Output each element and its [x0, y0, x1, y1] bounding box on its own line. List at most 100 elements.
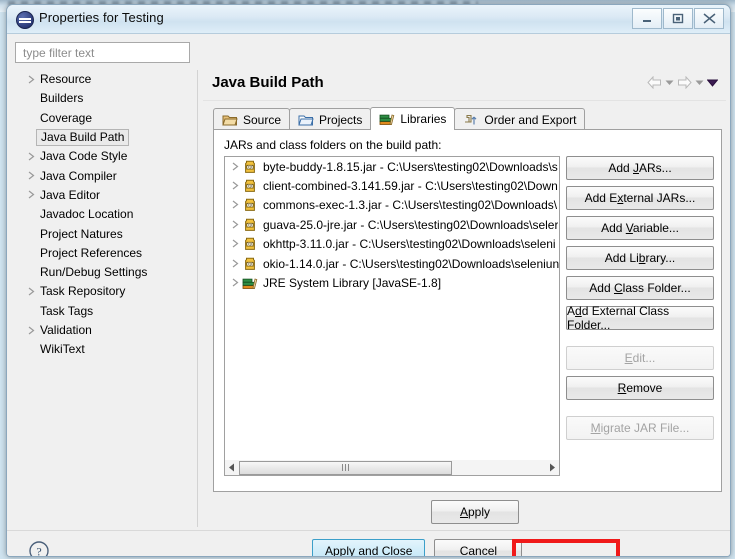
tab-order-and-export[interactable]: Order and Export [454, 108, 585, 130]
add-jars-button[interactable]: Add JARs... [566, 156, 714, 180]
svg-text:010: 010 [247, 223, 255, 228]
close-icon[interactable] [694, 8, 724, 29]
window-title: Properties for Testing [39, 10, 164, 25]
list-item-label: byte-buddy-1.8.15.jar - C:\Users\testing… [263, 160, 558, 174]
jar-icon: 010 [242, 217, 258, 233]
sidebar-item-label: Validation [37, 323, 95, 338]
tab-label: Order and Export [484, 113, 576, 127]
list-item[interactable]: 010commons-exec-1.3.jar - C:\Users\testi… [225, 196, 559, 215]
expand-arrow-icon[interactable] [229, 181, 242, 191]
svg-text:010: 010 [247, 184, 255, 189]
classpath-list-hscrollbar[interactable] [224, 460, 560, 476]
sidebar-item-label: Resource [37, 72, 94, 87]
sidebar-item-label: WikiText [37, 342, 88, 357]
library-action-buttons: Add JARs... Add External JARs... Add Varia… [566, 156, 714, 446]
add-external-jars-button[interactable]: Add External JARs... [566, 186, 714, 210]
list-item[interactable]: 010okhttp-3.11.0.jar - C:\Users\testing0… [225, 235, 559, 254]
jar-icon: 010 [242, 178, 258, 194]
forward-menu-chevron-down-icon[interactable] [695, 79, 704, 86]
expand-arrow-icon[interactable] [229, 278, 242, 288]
expand-arrow-icon[interactable] [25, 75, 37, 85]
add-class-folder-button[interactable]: Add Class Folder... [566, 276, 714, 300]
expand-arrow-icon[interactable] [229, 239, 242, 249]
help-question-icon[interactable]: ? [27, 539, 51, 557]
add-external-class-folder-button[interactable]: Add External Class Folder... [566, 306, 714, 330]
filter-input[interactable]: type filter text [15, 42, 190, 63]
sidebar-item-project-references[interactable]: Project References [11, 244, 197, 263]
svg-text:?: ? [36, 545, 41, 558]
sidebar-item-run-debug-settings[interactable]: Run/Debug Settings [11, 263, 197, 282]
expand-arrow-icon[interactable] [25, 326, 37, 336]
sidebar-item-java-compiler[interactable]: Java Compiler [11, 166, 197, 185]
tab-label: Source [243, 113, 281, 127]
sidebar-item-resource[interactable]: Resource [11, 70, 197, 89]
sidebar-item-task-tags[interactable]: Task Tags [11, 302, 197, 321]
expand-arrow-icon[interactable] [229, 200, 242, 210]
list-item[interactable]: 010guava-25.0-jre.jar - C:\Users\testing… [225, 215, 559, 234]
scroll-left-icon[interactable] [225, 461, 239, 475]
expand-arrow-icon[interactable] [229, 220, 242, 230]
sidebar-item-coverage[interactable]: Coverage [11, 109, 197, 128]
edit-button: Edit... [566, 346, 714, 370]
page-title: Java Build Path [212, 74, 324, 91]
sidebar-item-javadoc-location[interactable]: Javadoc Location [11, 205, 197, 224]
svg-text:010: 010 [247, 242, 255, 247]
tab-projects[interactable]: Projects [289, 108, 371, 130]
tab-source[interactable]: Source [213, 108, 290, 130]
title-bar: Properties for Testing [7, 5, 730, 34]
hscroll-track[interactable] [239, 461, 545, 475]
minimize-icon[interactable] [632, 8, 662, 29]
sidebar-item-label: Javadoc Location [37, 207, 136, 222]
button-label: Migrate JAR File... [591, 421, 690, 435]
sidebar-item-label: Project References [37, 246, 145, 261]
add-variable-button[interactable]: Add Variable... [566, 216, 714, 240]
sidebar-item-label: Task Repository [37, 284, 128, 299]
sidebar-item-java-editor[interactable]: Java Editor [11, 186, 197, 205]
hscroll-thumb[interactable] [239, 461, 452, 475]
sidebar-item-label: Task Tags [37, 304, 96, 319]
classpath-list[interactable]: 010 byte-buddy-1.8.15.jar - C:\Users\test… [224, 156, 560, 476]
expand-arrow-icon[interactable] [25, 171, 37, 181]
cancel-button[interactable]: Cancel [434, 539, 522, 557]
list-item[interactable]: 010okio-1.14.0.jar - C:\Users\testing02\… [225, 254, 559, 273]
sidebar-item-java-build-path[interactable]: Java Build Path [11, 128, 197, 147]
sidebar-item-label: Builders [37, 91, 86, 106]
tab-libraries[interactable]: Libraries [370, 107, 455, 130]
scroll-right-icon[interactable] [545, 461, 559, 475]
sidebar-item-label: Java Editor [37, 188, 103, 203]
button-label: Add Library... [605, 251, 676, 265]
eclipse-logo-icon [16, 11, 34, 29]
apply-button[interactable]: Apply [431, 500, 519, 524]
expand-arrow-icon[interactable] [229, 162, 242, 172]
apply-button-label: Apply [460, 505, 490, 519]
back-menu-chevron-down-icon[interactable] [665, 79, 674, 86]
expand-arrow-icon[interactable] [25, 190, 37, 200]
jar-icon: 010 [242, 236, 258, 252]
sidebar-item-builders[interactable]: Builders [11, 89, 197, 108]
remove-button[interactable]: Remove [566, 376, 714, 400]
properties-tree[interactable]: ResourceBuildersCoverageJava Build PathJ… [11, 70, 198, 527]
button-label: Add Variable... [601, 221, 679, 235]
sidebar-item-project-natures[interactable]: Project Natures [11, 224, 197, 243]
apply-and-close-button[interactable]: Apply and Close [312, 539, 425, 557]
maximize-icon[interactable] [663, 8, 693, 29]
expand-arrow-icon[interactable] [229, 259, 242, 269]
forward-arrow-icon[interactable] [677, 76, 692, 89]
view-menu-icon[interactable] [707, 79, 718, 87]
sidebar-item-task-repository[interactable]: Task Repository [11, 282, 197, 301]
jar-icon: 010 [242, 159, 258, 175]
source-folder-icon [222, 113, 238, 127]
properties-dialog: Properties for Testing type filter text … [6, 4, 731, 557]
sidebar-item-wikitext[interactable]: WikiText [11, 340, 197, 359]
sidebar-item-validation[interactable]: Validation [11, 321, 197, 340]
list-item[interactable]: JRE System Library [JavaSE-1.8] [225, 273, 559, 292]
tab-bar[interactable]: Source ProjectsLibraries Order and Export [213, 107, 723, 130]
add-library-button[interactable]: Add Library... [566, 246, 714, 270]
expand-arrow-icon[interactable] [25, 287, 37, 297]
expand-arrow-icon[interactable] [25, 152, 37, 162]
back-arrow-icon[interactable] [647, 76, 662, 89]
list-item[interactable]: 010 byte-buddy-1.8.15.jar - C:\Users\test… [225, 157, 559, 176]
sidebar-item-java-code-style[interactable]: Java Code Style [11, 147, 197, 166]
sidebar-item-label: Run/Debug Settings [37, 265, 150, 280]
list-item[interactable]: 010client-combined-3.141.59.jar - C:\Use… [225, 176, 559, 195]
